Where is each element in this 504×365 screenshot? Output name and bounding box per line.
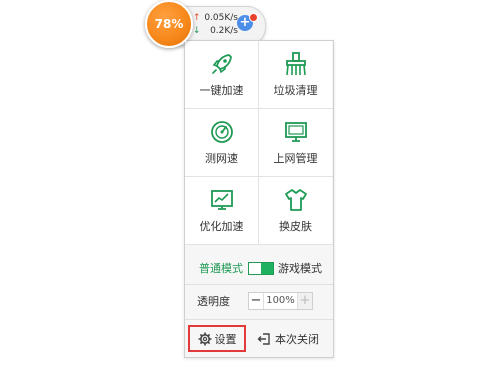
menu-item-speedtest[interactable]: 测网速 <box>185 109 258 176</box>
opacity-decrease-button[interactable]: − <box>249 293 263 309</box>
upload-speed-row: ↑ 0.05K/s <box>193 13 238 23</box>
menu-item-net-manage[interactable]: 上网管理 <box>259 109 332 176</box>
notification-dot <box>249 13 258 22</box>
mode-toggle[interactable] <box>248 261 274 275</box>
rocket-icon <box>211 54 232 74</box>
broom-icon <box>285 52 306 76</box>
memory-usage-ball[interactable]: 78% <box>145 0 193 48</box>
opacity-increase-button[interactable]: + <box>298 293 312 309</box>
menu-item-label: 一键加速 <box>199 84 244 97</box>
mode-switch-row: 普通模式 游戏模式 <box>185 257 333 279</box>
shirt-icon <box>284 189 307 211</box>
gear-icon <box>198 332 211 345</box>
divider <box>185 319 333 320</box>
toggle-knob <box>249 262 261 274</box>
menu-item-skin[interactable]: 换皮肤 <box>259 177 332 244</box>
settings-button[interactable]: 设置 <box>188 325 246 352</box>
opacity-label: 透明度 <box>197 295 230 308</box>
download-speed-row: ↓ 0.2K/s <box>193 26 238 36</box>
upload-arrow-icon: ↑ <box>193 13 201 23</box>
download-arrow-icon: ↓ <box>193 26 201 36</box>
download-speed: 0.2K/s <box>210 26 238 36</box>
divider <box>185 284 333 285</box>
game-mode-label[interactable]: 游戏模式 <box>278 260 322 276</box>
menu-item-optimize[interactable]: 优化加速 <box>185 177 258 244</box>
menu-item-accelerate[interactable]: 一键加速 <box>185 41 258 108</box>
menu-item-label: 垃圾清理 <box>273 84 318 97</box>
menu-item-clean[interactable]: 垃圾清理 <box>259 41 332 108</box>
chart-icon <box>210 190 233 210</box>
memory-percent: 78% <box>154 17 184 31</box>
menu-item-label: 优化加速 <box>199 220 244 233</box>
grid-divider-row3 <box>185 244 333 245</box>
menu-item-label: 测网速 <box>205 152 238 165</box>
exit-icon <box>257 333 270 345</box>
bottom-actions: 设置 本次关闭 <box>185 325 333 355</box>
close-this-time-button[interactable]: 本次关闭 <box>257 327 319 351</box>
menu-item-label: 上网管理 <box>273 152 318 165</box>
opacity-row: 透明度 − 100% + <box>185 291 333 311</box>
normal-mode-label[interactable]: 普通模式 <box>199 260 243 276</box>
monitor-icon <box>284 122 307 142</box>
toggle-fill <box>261 262 273 274</box>
settings-label: 设置 <box>214 332 237 346</box>
upload-speed: 0.05K/s <box>204 13 238 23</box>
opacity-stepper: − 100% + <box>248 292 313 310</box>
speedometer-icon <box>210 121 233 143</box>
opacity-value: 100% <box>263 293 298 309</box>
menu-item-label: 换皮肤 <box>279 220 312 233</box>
close-label: 本次关闭 <box>275 333 319 346</box>
feature-grid: 一键加速 垃圾清理 测网速 上网管理 优化加速 换皮肤 <box>185 41 333 245</box>
quick-menu-panel: 一键加速 垃圾清理 测网速 上网管理 优化加速 换皮肤 普通模式 游戏模式 透明… <box>184 40 334 358</box>
